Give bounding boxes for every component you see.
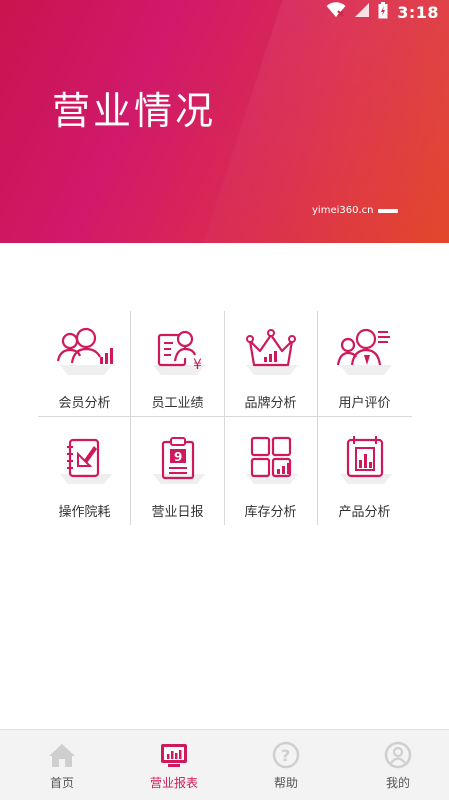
grid-item-operation-consumption[interactable]: 操作院耗 (38, 418, 131, 527)
tab-help[interactable]: ? 帮助 (230, 730, 342, 800)
wifi-icon (326, 2, 346, 22)
status-bar: 3:18 (326, 0, 439, 24)
tab-profile[interactable]: 我的 (342, 730, 449, 800)
member-analysis-icon (53, 323, 117, 379)
grid-item-label: 用户评价 (338, 396, 391, 411)
tab-home[interactable]: 首页 (6, 730, 118, 800)
svg-text:?: ? (281, 746, 290, 765)
product-analysis-icon (333, 432, 397, 488)
operation-consumption-icon (53, 432, 117, 488)
staff-performance-icon: ¥ (146, 323, 210, 379)
grid-item-label: 会员分析 (58, 396, 111, 411)
svg-text:9: 9 (174, 450, 182, 464)
grid-item-inventory-analysis[interactable]: 库存分析 (224, 418, 317, 527)
tab-label: 营业报表 (149, 776, 198, 790)
grid-item-label: 库存分析 (244, 505, 297, 520)
grid-item-label: 品牌分析 (244, 396, 297, 411)
report-icon (158, 740, 190, 770)
banner-indicator (378, 209, 398, 213)
grid-item-user-review[interactable]: 用户评价 (318, 309, 411, 418)
grid-item-brand-analysis[interactable]: 品牌分析 (224, 309, 317, 418)
site-url-text: yimei360.cn (312, 205, 374, 216)
grid-item-daily-report[interactable]: 9 营业日报 (131, 418, 224, 527)
status-time: 3:18 (397, 2, 439, 22)
tab-label: 我的 (385, 776, 410, 790)
grid-item-staff-performance[interactable]: ¥ 员工业绩 (131, 309, 224, 418)
tab-label: 帮助 (273, 776, 298, 790)
daily-report-icon: 9 (146, 432, 210, 488)
grid-item-label: 产品分析 (338, 505, 391, 520)
feature-grid: 会员分析 ¥ 员工业绩 品牌分析 用户评价 操作院耗 9 营业日报 库存分析 产… (38, 309, 412, 527)
profile-icon (382, 740, 414, 770)
help-icon: ? (270, 740, 302, 770)
svg-text:¥: ¥ (193, 357, 202, 373)
page-title: 营业情况 (52, 89, 217, 133)
signal-icon (355, 2, 370, 22)
tab-report[interactable]: 营业报表 (118, 730, 230, 800)
battery-icon (378, 1, 388, 23)
home-icon (46, 740, 78, 770)
brand-analysis-icon (239, 323, 303, 379)
grid-item-label: 操作院耗 (58, 505, 111, 520)
bottom-tab-bar: 首页 营业报表 ? 帮助 我的 (0, 729, 449, 800)
inventory-analysis-icon (239, 432, 303, 488)
user-review-icon (333, 323, 397, 379)
grid-item-member-analysis[interactable]: 会员分析 (38, 309, 131, 418)
header-banner: 3:18 营业情况 yimei360.cn (0, 0, 449, 243)
grid-item-label: 营业日报 (151, 505, 204, 520)
tab-label: 首页 (49, 776, 74, 790)
grid-item-product-analysis[interactable]: 产品分析 (318, 418, 411, 527)
grid-item-label: 员工业绩 (151, 396, 204, 411)
